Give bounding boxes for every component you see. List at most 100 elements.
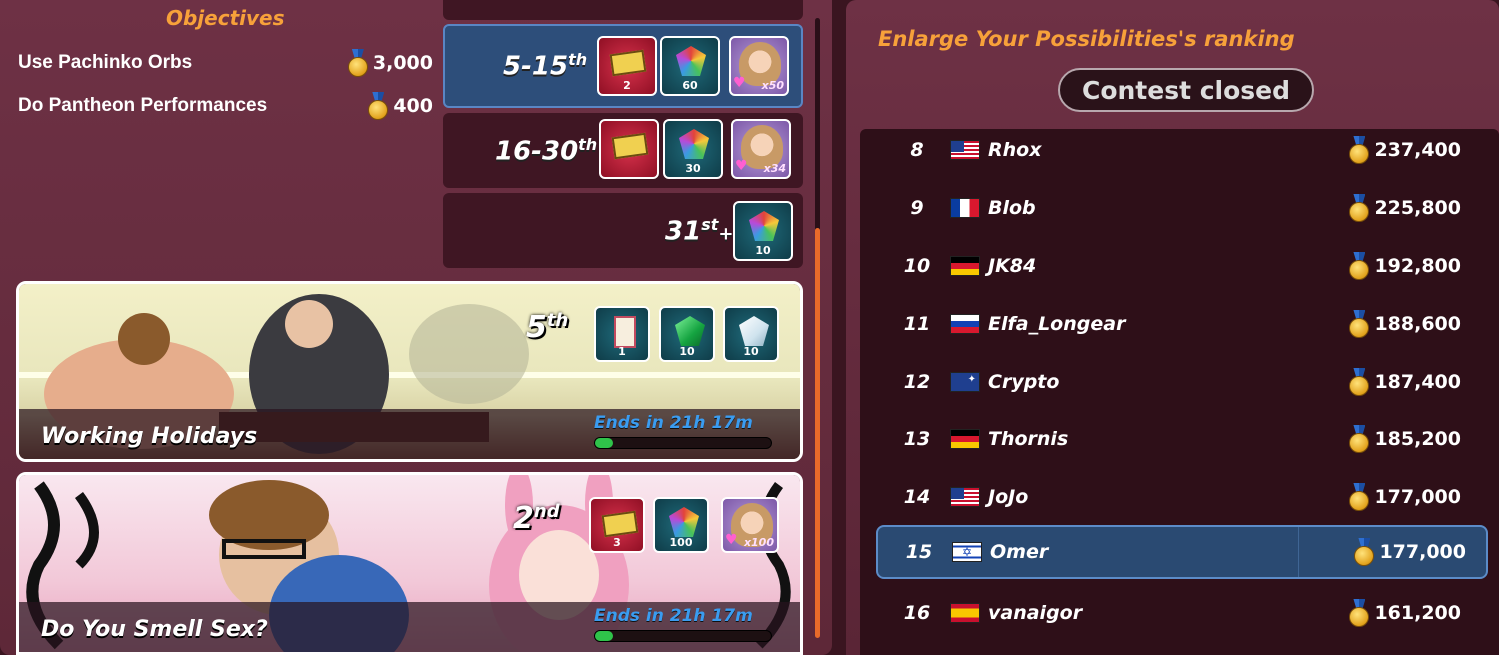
ranking-row[interactable]: 16 vanaigor 161,200 [860,586,1499,640]
tier-31-plus[interactable]: 31st+ 10 [443,193,803,268]
rank-number: 15 [905,541,933,563]
player-name: Omer [990,541,1049,563]
ranking-row[interactable]: 14 JoJo 177,000 [860,470,1499,524]
ranking-row-current-player[interactable]: 15 Omer 177,000 [876,525,1488,579]
row-divider [1298,527,1299,577]
rank-number: 8 [910,139,924,161]
medal-icon [347,49,369,77]
player-score: 192,800 [1348,252,1461,280]
reward-card[interactable]: 1 [594,306,650,362]
rainbow-gem-icon [679,129,709,159]
objective-label: Do Pantheon Performances [18,95,268,116]
objective-points: 400 [367,92,433,120]
player-name: JoJo [988,486,1029,508]
event-card-working-holidays[interactable]: 5th 1 10 10 Working Holidays Ends in 21h… [16,281,803,462]
tier-label: 31st+ [665,215,734,247]
ranking-row[interactable]: 9 Blob 225,800 [860,181,1499,235]
event-card-do-you-smell-sex[interactable]: 2nd 3 100 ♥ x100 Do You Smell Sex? Ends i… [16,472,803,655]
event-progress [594,437,772,449]
reward-gem[interactable]: 60 [660,36,720,96]
white-gem-icon [739,316,769,346]
rank-number: 10 [903,255,931,277]
reward-ticket[interactable] [599,119,659,179]
player-score: 237,400 [1348,136,1461,164]
objective-value: 3,000 [372,52,433,74]
medal-icon [1348,425,1370,453]
ranking-row[interactable]: 12 Crypto 187,400 [860,355,1499,409]
medal-icon [1353,538,1375,566]
event-timer: Ends in 21h 17m [594,606,753,626]
event-rank: 2nd [513,501,560,536]
tier-5-15[interactable]: 5-15th 2 60 ♥ x50 [443,24,803,108]
card-icon [614,316,636,348]
ranking-row[interactable]: 13 Thornis 185,200 [860,412,1499,466]
player-name: Elfa_Longear [988,313,1126,335]
green-gem-icon [675,316,705,346]
event-title: Working Holidays [41,424,258,449]
player-name: Blob [988,197,1036,219]
rank-number: 11 [903,313,931,335]
flag-au-icon [950,372,980,392]
medal-icon [1348,310,1370,338]
medal-icon [1348,194,1370,222]
flag-de-icon [950,256,980,276]
event-timer: Ends in 21h 17m [594,413,753,433]
player-name: Rhox [988,139,1042,161]
heart-icon: ♥ [735,158,748,174]
reward-gem[interactable]: 10 [659,306,715,362]
ranking-title: Enlarge Your Possibilities's ranking [878,27,1295,51]
reward-gem[interactable]: 100 [653,497,709,553]
player-name: vanaigor [988,602,1083,624]
ticket-icon [609,49,647,77]
rainbow-gem-icon [669,507,699,537]
flag-il-icon [952,542,982,562]
player-score: 187,400 [1348,368,1461,396]
medal-icon [1348,368,1370,396]
objective-row: Do Pantheon Performances 400 [18,92,433,120]
player-name: Thornis [988,428,1069,450]
player-score: 185,200 [1348,425,1461,453]
player-score: 177,000 [1348,483,1461,511]
ranking-list[interactable]: 8 Rhox 237,400 9 Blob 225,800 10 JK84 19… [860,129,1499,655]
scrollbar-thumb[interactable] [815,228,820,638]
player-name: Crypto [988,371,1060,393]
ranking-row[interactable]: 8 Rhox 237,400 [860,123,1499,177]
objective-points: 3,000 [347,49,433,77]
player-score: 161,200 [1348,599,1461,627]
medal-icon [367,92,389,120]
player-score: 177,000 [1353,538,1466,566]
flag-ru-icon [950,314,980,334]
reward-girl[interactable]: ♥ x50 [729,36,789,96]
tier-label: 16-30th [495,135,598,167]
contest-status-badge: Contest closed [1058,68,1314,112]
flag-us-icon [950,487,980,507]
reward-gem[interactable]: 10 [733,201,793,261]
reward-ticket[interactable]: 2 [597,36,657,96]
event-title: Do You Smell Sex? [41,617,268,642]
tier-16-30[interactable]: 16-30th 30 ♥ x34 [443,113,803,188]
ranking-panel: Enlarge Your Possibilities's ranking Con… [846,0,1499,655]
medal-icon [1348,136,1370,164]
ranking-row[interactable]: 11 Elfa_Longear 188,600 [860,297,1499,351]
left-scrollbar[interactable] [815,18,820,638]
reward-girl[interactable]: ♥ x34 [731,119,791,179]
ticket-icon [601,510,639,538]
ranking-row[interactable]: 10 JK84 192,800 [860,239,1499,293]
reward-ticket[interactable]: 3 [589,497,645,553]
event-progress [594,630,772,642]
player-score: 225,800 [1348,194,1461,222]
event-rank: 5th [526,310,569,345]
medal-icon [1348,483,1370,511]
heart-icon: ♥ [725,532,738,548]
rank-number: 13 [903,428,931,450]
player-name: JK84 [988,255,1037,277]
reward-girl[interactable]: ♥ x100 [721,497,779,553]
rainbow-gem-icon [749,211,779,241]
ticket-icon [611,132,649,160]
objectives-panel: Objectives Use Pachinko Orbs 3,000 Do Pa… [0,0,832,655]
reward-gem[interactable]: 10 [723,306,779,362]
reward-gem[interactable]: 30 [663,119,723,179]
objective-value: 400 [393,95,433,117]
rank-number: 16 [903,602,931,624]
player-score: 188,600 [1348,310,1461,338]
